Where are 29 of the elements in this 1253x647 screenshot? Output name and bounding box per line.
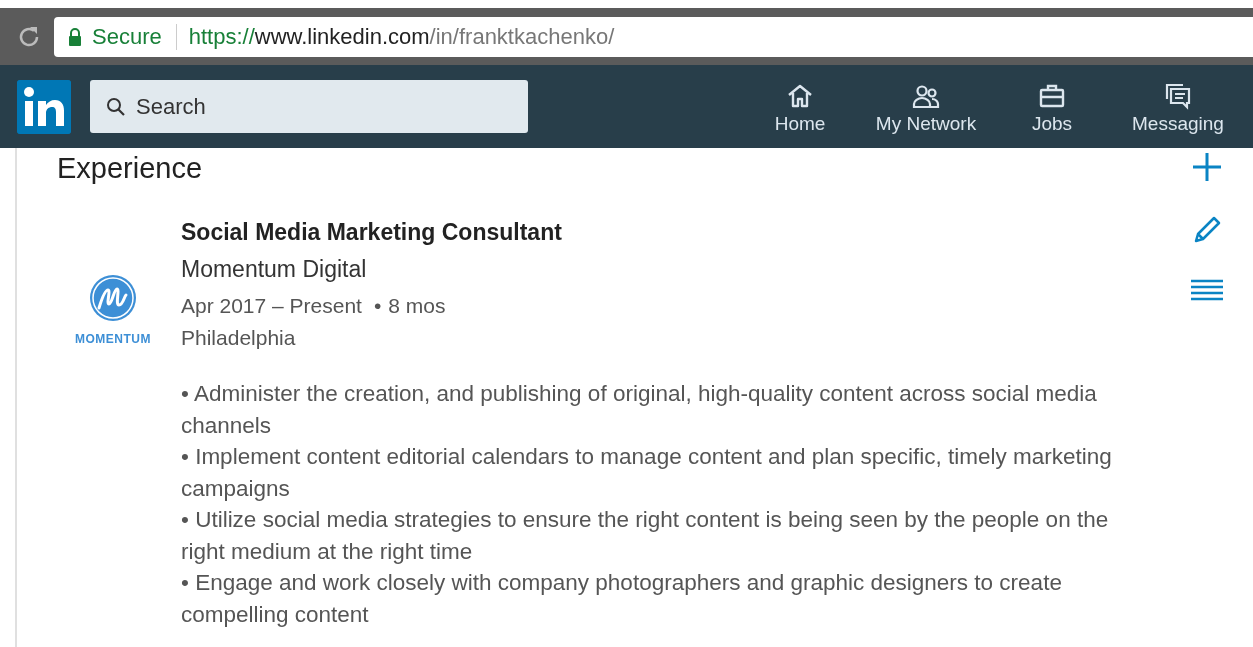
date-range: Apr 2017 – Present (181, 294, 362, 317)
company-logo: MOMENTUM (68, 216, 158, 346)
company-name: Momentum Digital (181, 255, 368, 284)
location-text: Philadelphia (181, 325, 297, 351)
address-bar[interactable]: Secure https://www.linkedin.com/in/franktkachenko/ (54, 16, 1253, 57)
url-text: https://www.linkedin.com/in/franktkachenko/ (188, 23, 615, 50)
search-icon (106, 96, 126, 117)
separator-dot: • (373, 294, 382, 317)
section-heading: Experience (57, 152, 203, 185)
add-icon[interactable] (1192, 152, 1222, 182)
description-text: • Administer the creation, and publishing of original, high-quality content across social media channels (181, 380, 1098, 440)
nav-item[interactable]: Home (737, 78, 863, 135)
security-label: Secure (92, 23, 162, 50)
search-field[interactable]: Search (90, 80, 528, 133)
description-text: • Engage and work closely with company photographers and graphic designers to create compelling content (181, 569, 1063, 629)
position-title: Social Media Marketing Consultant (181, 218, 563, 247)
nav-item[interactable]: Jobs (989, 78, 1115, 135)
network-icon (912, 82, 940, 110)
nav-item[interactable]: Messaging (1115, 78, 1241, 135)
messaging-icon (1164, 82, 1192, 110)
reorder-icon[interactable] (1191, 278, 1223, 302)
description-text: • Utilize social media strategies to ensure the right content is being seen by the people on the right medium at the right time (181, 506, 1110, 566)
duration-text: 8 mos (388, 294, 446, 317)
lock-icon (68, 27, 82, 46)
nav-item[interactable]: My Network (863, 78, 989, 135)
home-icon (786, 82, 814, 110)
description-text: • Implement content editorial calendars to manage content and plan specific, timely marketing campaigns (181, 443, 1113, 503)
logo-icon[interactable] (17, 79, 71, 134)
jobs-icon (1038, 82, 1066, 110)
